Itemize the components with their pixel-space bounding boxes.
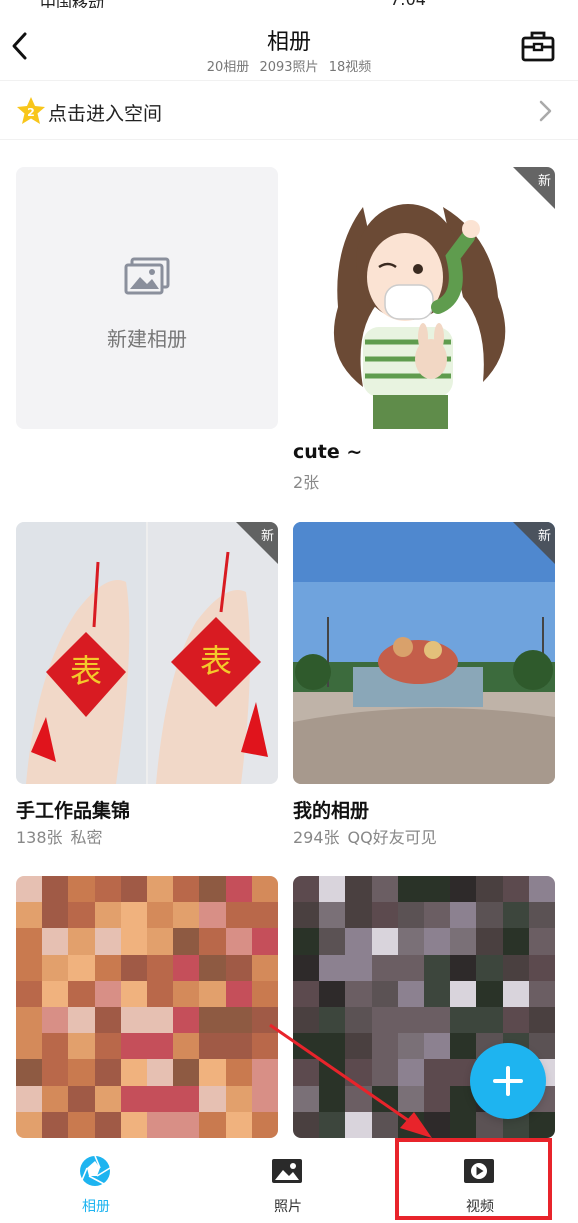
album-name: cute ~	[293, 441, 363, 463]
add-photo-icon	[124, 257, 170, 295]
album-cover[interactable]: 表 表 新	[16, 522, 278, 784]
album-count: 2张	[293, 473, 320, 492]
carrier-text: 中国移动	[40, 0, 104, 8]
album-meta: 2张	[293, 469, 319, 493]
tab-label: 照片	[274, 1199, 302, 1215]
svg-text:表: 表	[200, 642, 232, 680]
album-meta: 138张 私密	[16, 824, 103, 848]
svg-text:表: 表	[70, 652, 102, 690]
album-privacy: QQ好友可见	[347, 828, 437, 847]
new-album-tile[interactable]: 新建相册	[16, 167, 278, 429]
album-count: 294张	[293, 828, 340, 847]
annotation-highlight-box	[395, 1138, 552, 1220]
toolbox-button[interactable]	[520, 28, 556, 64]
photo-count: 2093照片	[259, 60, 319, 75]
video-count: 18视频	[328, 60, 372, 75]
album-cover-pixelated[interactable]	[16, 876, 278, 1138]
pixelated-image	[16, 876, 278, 1138]
aperture-icon	[80, 1155, 111, 1186]
new-album-label: 新建相册	[107, 327, 187, 351]
album-cover[interactable]: 新	[293, 167, 555, 429]
page-title: 相册	[266, 30, 311, 55]
add-button[interactable]	[470, 1043, 546, 1119]
image-icon	[272, 1159, 302, 1183]
chevron-right-icon	[539, 100, 552, 122]
album-count: 138张	[16, 828, 63, 847]
status-bar: 中国移动 7:04	[0, 0, 578, 8]
tab-label: 相册	[82, 1199, 110, 1215]
album-name: 手工作品集锦	[16, 800, 131, 822]
album-meta: 294张 QQ好友可见	[293, 824, 437, 848]
album-name: 我的相册	[293, 800, 370, 822]
album-stats: 20相册 2093照片 18视频	[0, 56, 578, 75]
clock-text: 7:04	[390, 0, 426, 8]
star-badge-icon: 2	[17, 97, 45, 124]
space-entry-label: 点击进入空间	[48, 103, 163, 125]
space-entry-row[interactable]: 2 点击进入空间	[0, 80, 578, 140]
svg-text:2: 2	[27, 106, 35, 119]
new-badge: 新	[513, 522, 555, 564]
header: 相册 20相册 2093照片 18视频	[0, 8, 578, 80]
new-badge: 新	[236, 522, 278, 564]
album-cover[interactable]: 新	[293, 522, 555, 784]
tab-photos[interactable]: 照片	[192, 1140, 384, 1223]
plus-icon	[493, 1066, 523, 1096]
tab-albums[interactable]: 相册	[0, 1140, 192, 1223]
album-privacy: 私密	[70, 828, 103, 847]
new-badge: 新	[513, 167, 555, 209]
toolbox-icon	[521, 31, 555, 62]
album-count: 20相册	[206, 60, 250, 75]
